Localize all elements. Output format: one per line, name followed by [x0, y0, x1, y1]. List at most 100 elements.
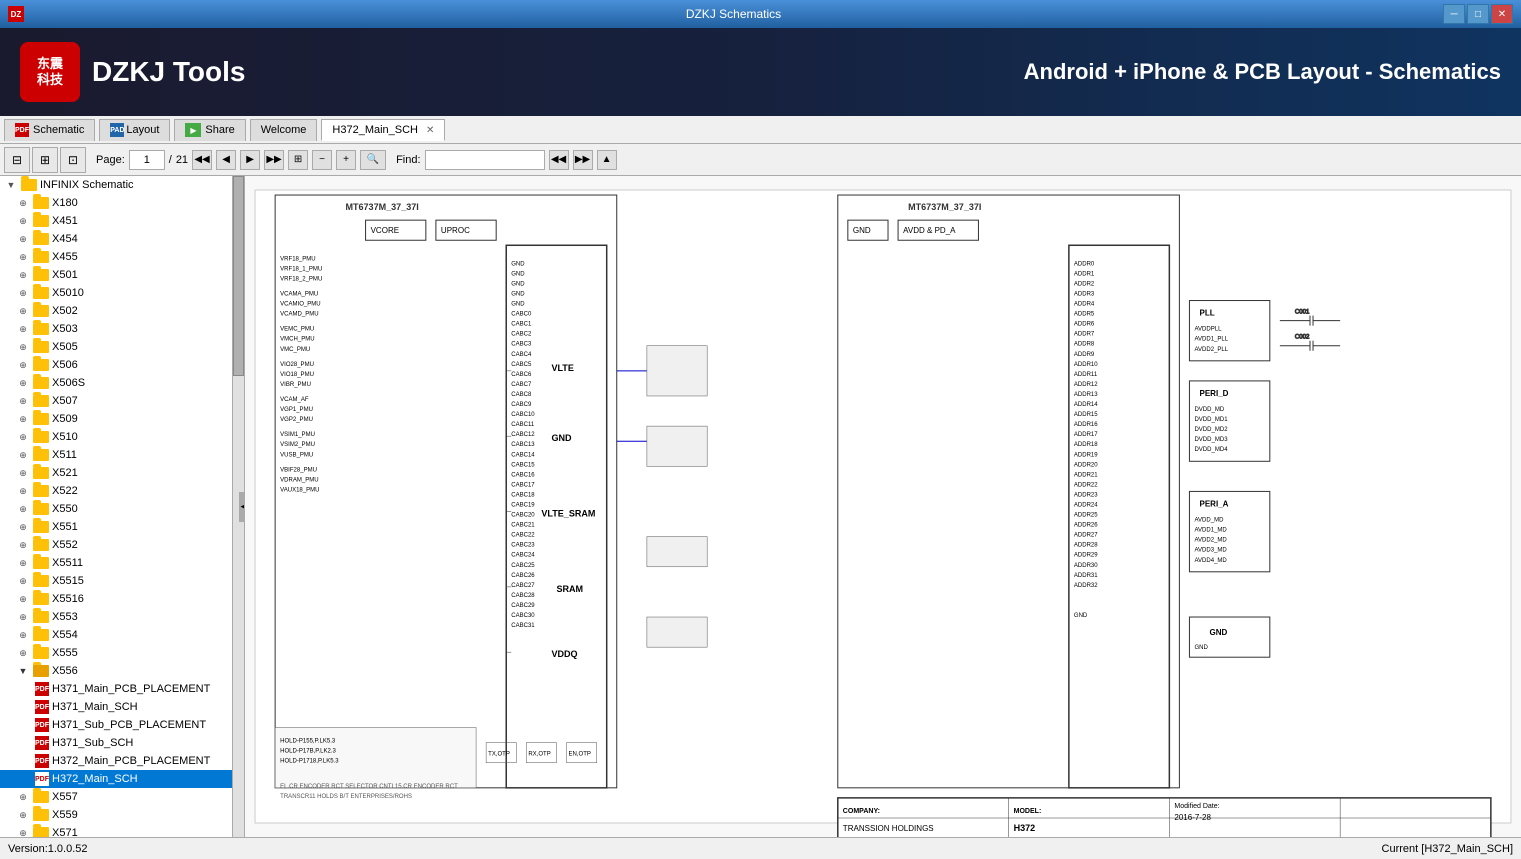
maximize-button[interactable]: □	[1467, 4, 1489, 24]
sidebar-item-X503[interactable]: ⊕X503	[0, 320, 244, 338]
svg-text:GND: GND	[511, 281, 525, 287]
svg-text:VBIF28_PMU: VBIF28_PMU	[280, 467, 317, 473]
status-bar: Version:1.0.0.52 Current [H372_Main_SCH]	[0, 837, 1521, 859]
tab-welcome[interactable]: Welcome	[250, 119, 318, 141]
sidebar-item-X5511[interactable]: ⊕X5511	[0, 554, 244, 572]
svg-text:ADDR6: ADDR6	[1074, 322, 1095, 328]
tab-file[interactable]: H372_Main_SCH ✕	[321, 119, 445, 141]
find-next-button[interactable]: ▶▶	[573, 150, 593, 170]
close-button[interactable]: ✕	[1491, 4, 1513, 24]
sidebar-item-H371_Sub_PCB[interactable]: PDFH371_Sub_PCB_PLACEMENT	[0, 716, 244, 734]
page-current-input[interactable]	[129, 150, 165, 170]
svg-text:ADDR16: ADDR16	[1074, 422, 1098, 428]
sidebar-item-X501[interactable]: ⊕X501	[0, 266, 244, 284]
collapse-all-button[interactable]: ⊟	[4, 147, 30, 173]
fit-button[interactable]: ⊡	[60, 147, 86, 173]
svg-text:MT6737M_37_37I: MT6737M_37_37I	[908, 202, 981, 212]
svg-text:CABC14: CABC14	[511, 452, 535, 458]
sidebar-item-X509[interactable]: ⊕X509	[0, 410, 244, 428]
svg-text:ADDR11: ADDR11	[1074, 372, 1098, 378]
zoom-out-button[interactable]: −	[312, 150, 332, 170]
svg-text:GND: GND	[511, 261, 525, 267]
find-input[interactable]	[425, 150, 545, 170]
sidebar-item-H371_Sub_SCH[interactable]: PDFH371_Sub_SCH	[0, 734, 244, 752]
sidebar-root[interactable]: ▼ INFINIX Schematic	[0, 176, 244, 194]
tab-pdf[interactable]: PDF Schematic	[4, 119, 95, 141]
tab-share[interactable]: ▶ Share	[174, 119, 245, 141]
sidebar-item-X5516[interactable]: ⊕X5516	[0, 590, 244, 608]
svg-text:CABC26: CABC26	[511, 573, 535, 579]
window-controls: ─ □ ✕	[1443, 4, 1513, 24]
sidebar-item-X521[interactable]: ⊕X521	[0, 464, 244, 482]
minimize-button[interactable]: ─	[1443, 4, 1465, 24]
fit-page-button[interactable]: ⊞	[288, 150, 308, 170]
sidebar-item-X555[interactable]: ⊕X555	[0, 644, 244, 662]
sidebar-item-H371_Main_PCB[interactable]: PDFH371_Main_PCB_PLACEMENT	[0, 680, 244, 698]
svg-text:CABC30: CABC30	[511, 613, 535, 619]
brand-name: DZKJ Tools	[92, 56, 245, 88]
svg-text:ADDR23: ADDR23	[1074, 492, 1098, 498]
sidebar-item-X556[interactable]: ▼X556	[0, 662, 244, 680]
expand-button[interactable]: ⊞	[32, 147, 58, 173]
page-navigation: Page: / 21 ◀◀ ◀ ▶ ▶▶ ⊞ − + 🔍	[96, 150, 386, 170]
sidebar-item-X554[interactable]: ⊕X554	[0, 626, 244, 644]
svg-text:VEMC_PMU: VEMC_PMU	[280, 327, 314, 333]
sidebar-item-X557[interactable]: ⊕X557	[0, 788, 244, 806]
sidebar-item-X552[interactable]: ⊕X552	[0, 536, 244, 554]
sidebar-item-X502[interactable]: ⊕X502	[0, 302, 244, 320]
schematic-view[interactable]: MT6737M_37_37I VCORE UPROC VRF18_PMU VRF…	[245, 176, 1521, 837]
pads-icon: PAD	[110, 123, 124, 137]
root-folder-icon	[21, 179, 37, 191]
sidebar-item-X506[interactable]: ⊕X506	[0, 356, 244, 374]
tab-welcome-label: Welcome	[261, 124, 307, 136]
sidebar-item-H372_Main_PCB[interactable]: PDFH372_Main_PCB_PLACEMENT	[0, 752, 244, 770]
find-options-button[interactable]: ▲	[597, 150, 617, 170]
svg-text:VCORE: VCORE	[371, 226, 400, 235]
svg-text:ADDR9: ADDR9	[1074, 352, 1095, 358]
sidebar-item-X455[interactable]: ⊕X455	[0, 248, 244, 266]
sidebar-item-X559[interactable]: ⊕X559	[0, 806, 244, 824]
tab-close-icon[interactable]: ✕	[426, 125, 434, 136]
next-last-button[interactable]: ▶▶	[264, 150, 284, 170]
tab-share-label: Share	[205, 124, 234, 136]
sidebar-item-X550[interactable]: ⊕X550	[0, 500, 244, 518]
zoom-fit-button[interactable]: 🔍	[360, 150, 386, 170]
svg-text:VDRAM_PMU: VDRAM_PMU	[280, 477, 318, 483]
sidebar-item-X505[interactable]: ⊕X505	[0, 338, 244, 356]
svg-text:TRANSCR11 HOLDS B/T ENTERPRISE: TRANSCR11 HOLDS B/T ENTERPRISES/ROHS	[280, 794, 412, 800]
sidebar-item-X522[interactable]: ⊕X522	[0, 482, 244, 500]
svg-text:GND: GND	[511, 302, 525, 308]
sidebar-item-H372_Main_SCH[interactable]: PDFH372_Main_SCH	[0, 770, 244, 788]
sidebar-item-X510[interactable]: ⊕X510	[0, 428, 244, 446]
next-button[interactable]: ▶	[240, 150, 260, 170]
svg-text:ADDR10: ADDR10	[1074, 362, 1098, 368]
sidebar-item-X5010[interactable]: ⊕X5010	[0, 284, 244, 302]
find-prev-button[interactable]: ◀◀	[549, 150, 569, 170]
sidebar-item-X551[interactable]: ⊕X551	[0, 518, 244, 536]
svg-text:GND: GND	[853, 226, 871, 235]
svg-text:ADDR14: ADDR14	[1074, 402, 1098, 408]
prev-first-button[interactable]: ◀◀	[192, 150, 212, 170]
prev-button[interactable]: ◀	[216, 150, 236, 170]
svg-text:CABC17: CABC17	[511, 482, 535, 488]
sidebar-item-H371_Main_SCH[interactable]: PDFH371_Main_SCH	[0, 698, 244, 716]
find-area: Find: ◀◀ ▶▶ ▲	[396, 150, 616, 170]
sidebar-item-X553[interactable]: ⊕X553	[0, 608, 244, 626]
svg-text:C001: C001	[1295, 310, 1310, 316]
logo-icon: 东震 科技	[20, 42, 80, 102]
svg-text:MT6737M_37_37I: MT6737M_37_37I	[345, 202, 418, 212]
tab-pads[interactable]: PAD Layout	[99, 119, 170, 141]
sidebar-item-X454[interactable]: ⊕X454	[0, 230, 244, 248]
sidebar-item-X511[interactable]: ⊕X511	[0, 446, 244, 464]
sidebar-item-X5515[interactable]: ⊕X5515	[0, 572, 244, 590]
sidebar-item-X451[interactable]: ⊕X451	[0, 212, 244, 230]
svg-text:CABC11: CABC11	[511, 422, 535, 428]
schematic-svg: MT6737M_37_37I VCORE UPROC VRF18_PMU VRF…	[245, 176, 1521, 837]
sidebar-item-X571[interactable]: ⊕X571	[0, 824, 244, 837]
zoom-in-button[interactable]: +	[336, 150, 356, 170]
sidebar-item-X506S[interactable]: ⊕X506S	[0, 374, 244, 392]
logo-area: 东震 科技 DZKJ Tools	[20, 42, 245, 102]
sidebar-item-X507[interactable]: ⊕X507	[0, 392, 244, 410]
svg-text:CABC21: CABC21	[511, 523, 535, 529]
sidebar-item-X180[interactable]: ⊕X180	[0, 194, 244, 212]
